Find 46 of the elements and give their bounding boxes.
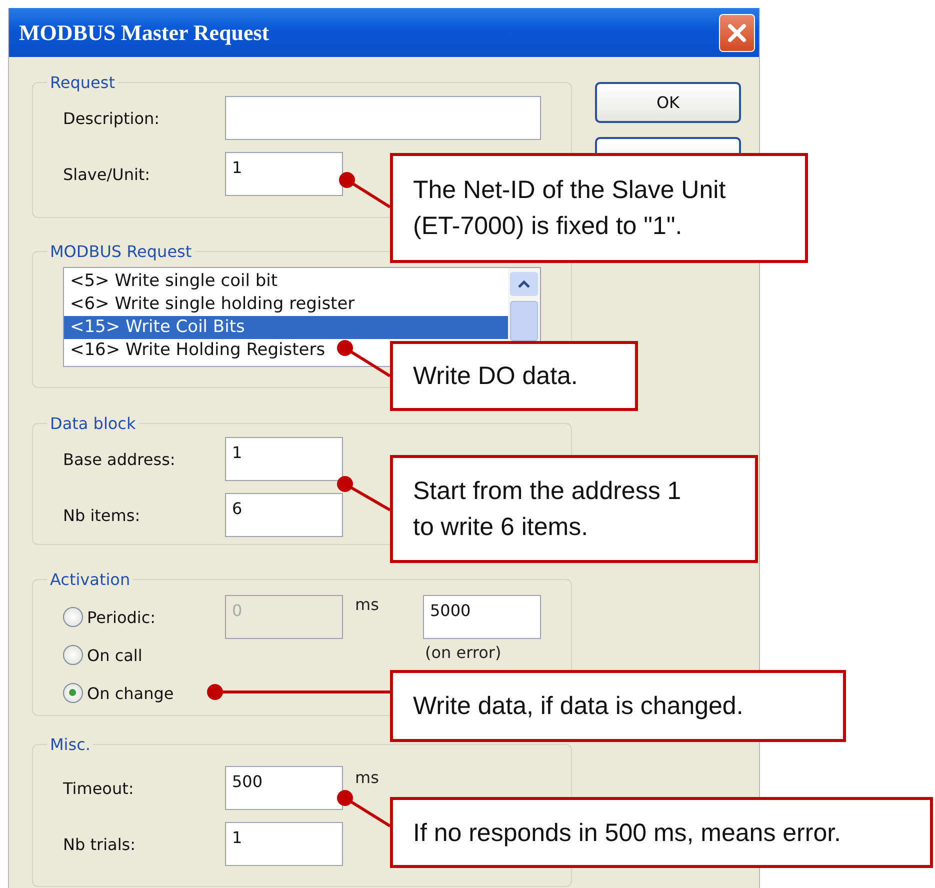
radio-button[interactable] <box>63 607 83 627</box>
field-label: Slave/Unit: <box>63 164 152 184</box>
scroll-up-button[interactable] <box>510 272 538 296</box>
list-item[interactable]: <5> Write single coil bit <box>64 270 508 293</box>
input-field[interactable]: 1 <box>225 437 343 481</box>
field-label: Nb trials: <box>63 834 136 854</box>
radio-button[interactable] <box>63 683 83 703</box>
leader-line <box>339 172 391 208</box>
unit-label: ms <box>354 595 380 616</box>
input-field[interactable] <box>225 96 541 140</box>
field-label: Base address: <box>63 450 176 468</box>
group-title: Misc. <box>49 735 92 754</box>
field-label: Nb items: <box>63 506 142 524</box>
group-title: Data block <box>49 414 137 433</box>
input-field[interactable]: 6 <box>225 493 343 537</box>
list-item[interactable]: <6> Write single holding register <box>64 293 508 316</box>
unit-label: ms <box>354 768 380 789</box>
radio-button[interactable] <box>63 645 83 665</box>
input-field[interactable]: 500 <box>225 766 343 810</box>
list-item[interactable]: <15> Write Coil Bits <box>64 316 508 339</box>
close-icon <box>726 22 748 44</box>
callout-tooltip: Write DO data. <box>390 341 638 411</box>
up-caret-icon <box>517 279 531 289</box>
callout-tooltip: Start from the address 1 to write 6 items. <box>390 455 758 563</box>
option-label: On call <box>87 646 142 664</box>
scroll-thumb[interactable] <box>510 301 538 341</box>
input-field[interactable]: 1 <box>225 822 343 866</box>
field-label: Description: <box>63 108 161 128</box>
error-note: (on error) <box>424 643 502 662</box>
group-title: Request <box>49 73 116 92</box>
ok-button[interactable]: OK <box>595 82 741 123</box>
leader-line <box>337 790 391 828</box>
leader-line <box>337 476 391 512</box>
input-field[interactable]: 1 <box>225 152 343 196</box>
field-label: Timeout: <box>63 778 135 798</box>
option-label: On change <box>87 684 174 702</box>
callout-tooltip: Write data, if data is changed. <box>390 670 846 742</box>
option-label: Periodic: <box>87 608 156 626</box>
leader-line <box>337 340 391 378</box>
group-title: MODBUS Request <box>49 242 193 261</box>
callout-tooltip: The Net-ID of the Slave Unit (ET-7000) is fixed to "1". <box>390 153 808 263</box>
callout-tooltip: If no responds in 500 ms, means error. <box>390 797 933 868</box>
close-button[interactable] <box>719 14 755 52</box>
window-title: MODBUS Master Request <box>19 20 270 46</box>
input-field[interactable]: 5000 <box>423 595 541 639</box>
group-title: Activation <box>49 570 132 589</box>
